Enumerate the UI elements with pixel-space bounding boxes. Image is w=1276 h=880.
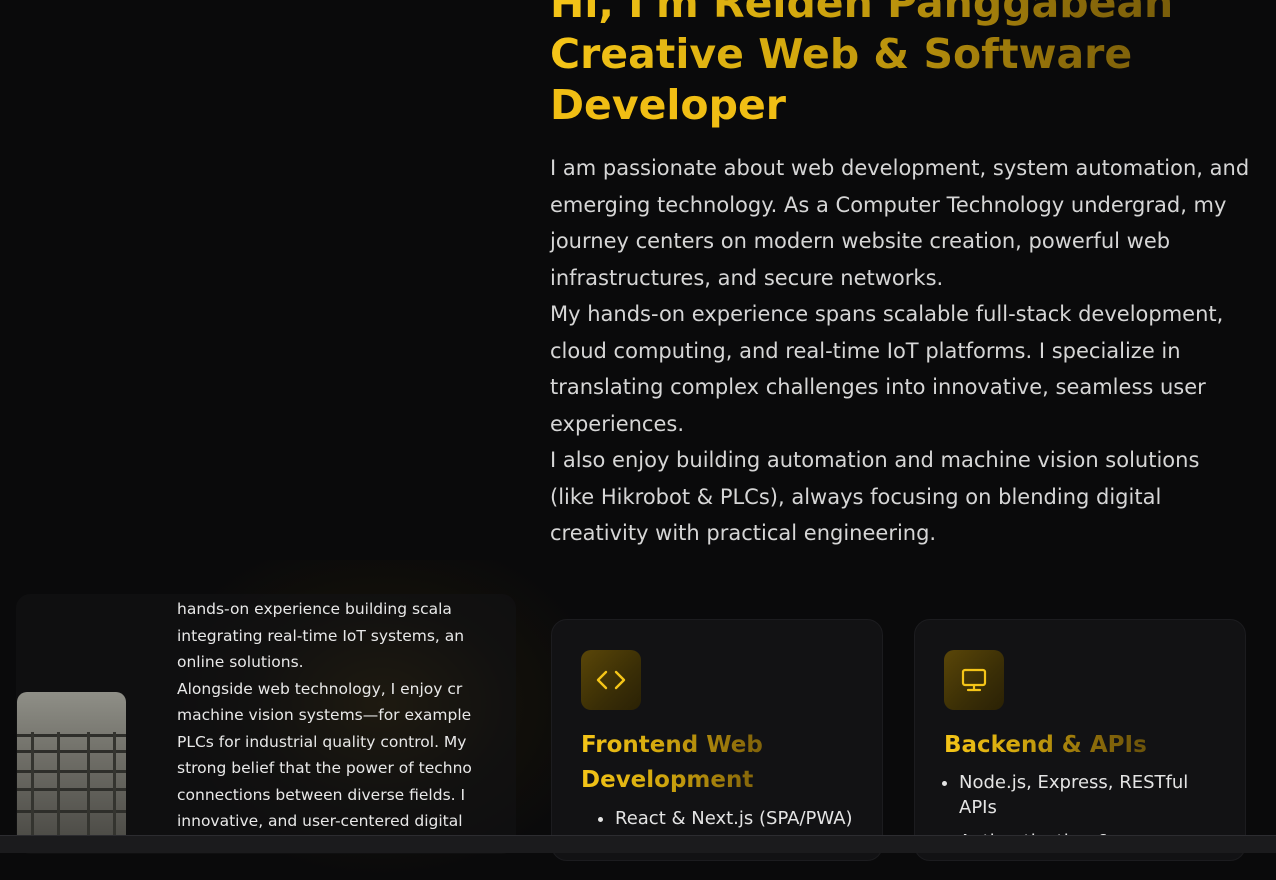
- about-card: hands-on experience building scala integ…: [16, 594, 516, 854]
- about-card-line: strong belief that the power of techno: [177, 759, 472, 777]
- hero-title: Hi, I'm Reiden Panggabean Creative Web &…: [550, 0, 1250, 131]
- about-card-line: PLCs for industrial quality control. My: [177, 732, 467, 751]
- hero-title-line-3: Developer: [550, 81, 786, 129]
- about-card-line: machine vision systems—for example: [177, 706, 472, 724]
- skill-list-item: Node.js, Express, RESTful APIs: [959, 770, 1209, 820]
- about-card-line: hands-on experience building scala: [177, 600, 452, 618]
- about-card-text: hands-on experience building scala integ…: [177, 596, 481, 835]
- bottom-scrollbar[interactable]: [0, 835, 1276, 853]
- about-card-line: integrating real-time IoT systems, an: [177, 626, 465, 645]
- code-icon: [581, 650, 641, 710]
- about-card-line: connections between diverse fields. I: [177, 785, 466, 804]
- skill-card-title: Frontend Web Development: [581, 728, 801, 798]
- skill-card-frontend: Frontend Web Development React & Next.js…: [551, 619, 883, 861]
- about-card-line: Alongside web technology, I enjoy cr: [177, 679, 463, 698]
- skill-card-backend: Backend & APIs Node.js, Express, RESTful…: [914, 619, 1246, 861]
- hero-title-line-2: Creative Web & Software: [550, 29, 1250, 80]
- bio-paragraph: I also enjoy building automation and mac…: [550, 448, 1200, 545]
- bio-section: I am passionate about web development, s…: [550, 150, 1250, 552]
- skill-list-item: React & Next.js (SPA/PWA): [615, 806, 853, 831]
- skill-card-title: Backend & APIs: [944, 728, 1147, 763]
- project-photo: [17, 692, 126, 842]
- monitor-icon: [944, 650, 1004, 710]
- bio-paragraph: I am passionate about web development, s…: [550, 156, 1250, 290]
- hero-title-line-1: Hi, I'm Reiden Panggabean: [550, 0, 1250, 29]
- about-card-line: innovative, and user-centered digital: [177, 812, 463, 830]
- bio-paragraph: My hands-on experience spans scalable fu…: [550, 302, 1224, 436]
- about-card-line: online solutions.: [177, 653, 304, 671]
